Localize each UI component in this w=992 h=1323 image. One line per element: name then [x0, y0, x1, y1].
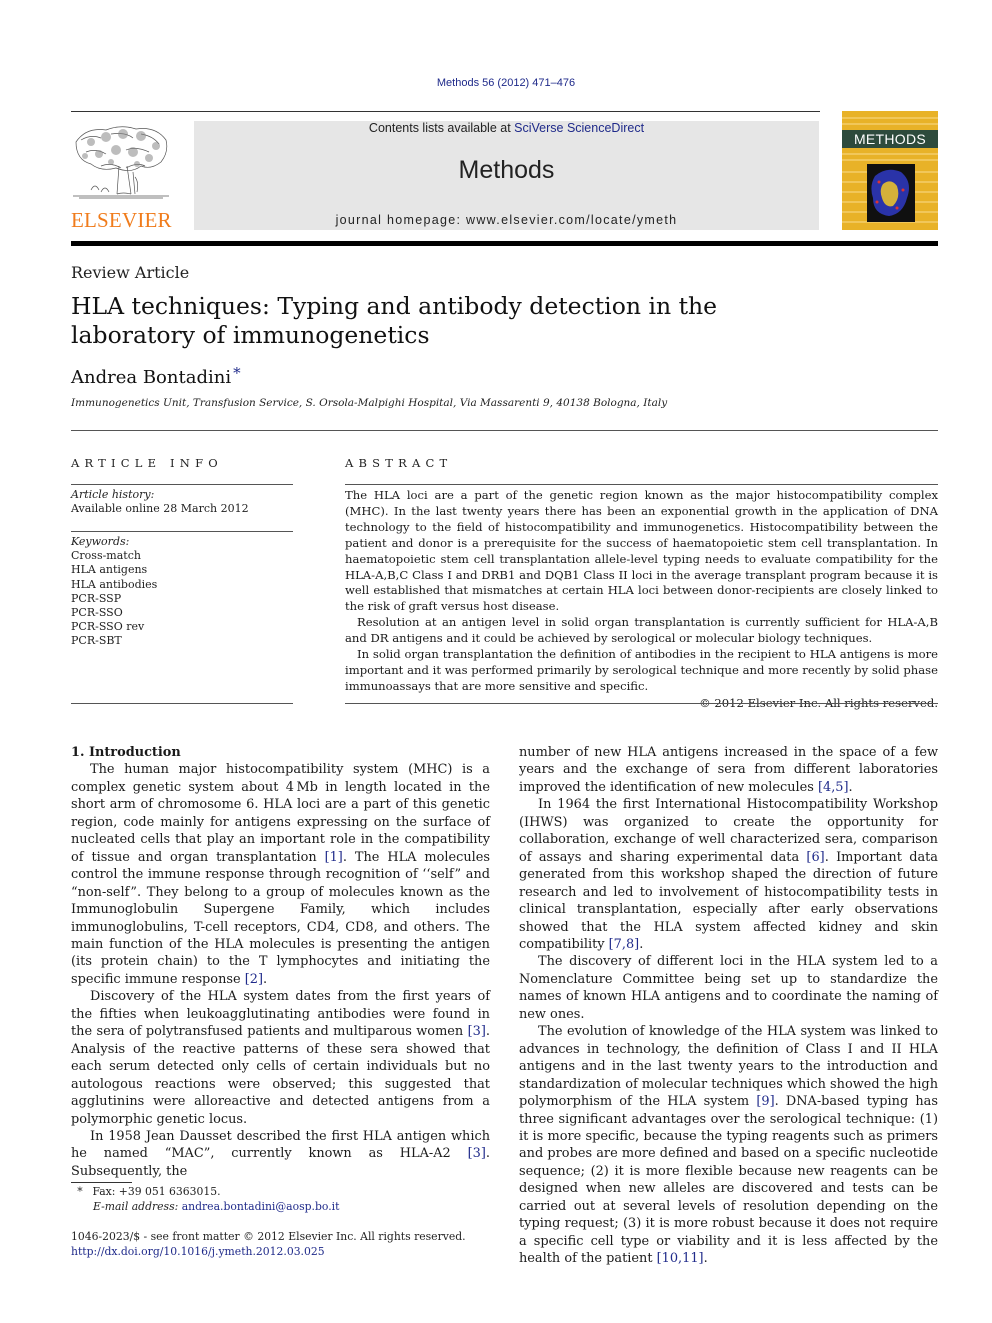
- elsevier-tree-icon: [73, 126, 169, 199]
- abstract-paragraph: In solid organ transplantation the defin…: [345, 647, 938, 693]
- doi-link[interactable]: http://dx.doi.org/10.1016/j.ymeth.2012.0…: [71, 1245, 325, 1258]
- article-info-heading: ARTICLE INFO: [71, 456, 223, 470]
- keyword: PCR-SSO: [71, 606, 123, 620]
- body-paragraph: The evolution of knowledge of the HLA sy…: [519, 1024, 938, 1267]
- keyword: HLA antigens: [71, 563, 148, 577]
- keywords-label: Keywords:: [71, 535, 130, 548]
- front-matter: 1046-2023/$ - see front matter © 2012 El…: [71, 1230, 466, 1259]
- citation-link[interactable]: [6]: [806, 850, 824, 865]
- author: Andrea Bontadini *: [71, 364, 241, 388]
- citation-link[interactable]: [2]: [245, 972, 263, 987]
- author-footnote: * Fax: +39 051 6363015. E-mail address: …: [71, 1185, 339, 1214]
- body-paragraph: In 1958 Jean Dausset described the first…: [71, 1128, 490, 1179]
- keyword: Cross-match: [71, 549, 141, 563]
- abstract: The HLA loci are a part of the genetic r…: [345, 488, 938, 712]
- header-rule: [71, 111, 820, 112]
- citation-link[interactable]: [3]: [468, 1024, 486, 1039]
- citation-link[interactable]: [7,8]: [609, 937, 640, 952]
- citation-link[interactable]: [9]: [756, 1094, 774, 1109]
- article-title: HLA techniques: Typing and antibody dete…: [71, 292, 718, 349]
- article-info-rule: [71, 484, 293, 485]
- keyword: PCR-SBT: [71, 634, 122, 648]
- journal-title: Methods: [458, 156, 555, 184]
- body-paragraph: The discovery of different loci in the H…: [519, 954, 938, 1022]
- article-info: Article history: Available online 28 Mar…: [71, 488, 293, 516]
- section-heading: 1. Introduction: [71, 745, 181, 760]
- author-footnote-link[interactable]: *: [233, 364, 241, 382]
- cover-protein-icon: [871, 169, 909, 216]
- keyword: PCR-SSO rev: [71, 620, 145, 634]
- citation-link[interactable]: [4,5]: [818, 780, 849, 795]
- article-type: Review Article: [71, 263, 190, 282]
- journal-reference-link[interactable]: Methods 56 (2012) 471–476: [437, 77, 575, 89]
- history-value: Available online 28 March 2012: [71, 502, 249, 516]
- citation-link[interactable]: [10,11]: [657, 1251, 704, 1266]
- author-name: Andrea Bontadini: [71, 367, 232, 388]
- fax: Fax: +39 051 6363015.: [92, 1185, 221, 1198]
- journal-banner: Contents lists available at SciVerse Sci…: [194, 121, 819, 230]
- abstract-heading: ABSTRACT: [345, 456, 453, 470]
- body-paragraph: Discovery of the HLA system dates from t…: [71, 989, 490, 1127]
- cover-title: METHODS: [853, 131, 927, 147]
- journal-reference[interactable]: Methods 56 (2012) 471–476: [0, 77, 992, 89]
- issn-line: 1046-2023/$ - see front matter © 2012 El…: [71, 1230, 466, 1243]
- journal-cover-thumbnail[interactable]: METHODS: [842, 111, 938, 230]
- affiliation: Immunogenetics Unit, Transfusion Service…: [71, 397, 668, 409]
- abstract-rule: [345, 484, 938, 485]
- header-thick-rule: [71, 241, 938, 246]
- body-column-right: number of new HLA antigens increased in …: [519, 744, 938, 1268]
- body-paragraph: In 1964 the first International Histocom…: [519, 797, 938, 952]
- history-label: Article history:: [71, 488, 155, 501]
- abstract-paragraph: Resolution at an antigen level in solid …: [345, 615, 938, 646]
- footnote-mark: *: [77, 1185, 83, 1198]
- sciencedirect-link[interactable]: SciVerse ScienceDirect: [514, 121, 644, 135]
- contents-prefix: Contents lists available at: [368, 121, 515, 135]
- journal-homepage[interactable]: journal homepage: www.elsevier.com/locat…: [194, 213, 819, 227]
- keywords: Keywords: Cross-match HLA antigens HLA a…: [71, 535, 293, 649]
- body-column-left: 1. Introduction The human major histocom…: [71, 744, 490, 1180]
- keywords-rule: [71, 531, 293, 532]
- email-link[interactable]: andrea.bontadini@aosp.bo.it: [182, 1200, 340, 1213]
- publisher-wordmark: ELSEVIER: [71, 208, 172, 232]
- citation-link[interactable]: [1]: [325, 850, 343, 865]
- title-divider: [71, 430, 938, 431]
- keyword: PCR-SSP: [71, 591, 122, 605]
- contents-line: Contents lists available at SciVerse Sci…: [194, 121, 819, 135]
- cover-image: [867, 164, 915, 222]
- citation-link[interactable]: [3]: [468, 1146, 486, 1161]
- keyword: HLA antibodies: [71, 577, 158, 591]
- elsevier-logo: ELSEVIER: [71, 120, 172, 232]
- body-paragraph: The human major histocompatibility syste…: [71, 762, 490, 987]
- email-label: E-mail address:: [93, 1199, 179, 1213]
- article-info-bottom-rule: [71, 703, 293, 704]
- abstract-bottom-rule: [345, 703, 938, 704]
- body-paragraph: number of new HLA antigens increased in …: [519, 745, 938, 795]
- abstract-paragraph: The HLA loci are a part of the genetic r…: [345, 488, 938, 614]
- footnote-rule: [71, 1182, 132, 1183]
